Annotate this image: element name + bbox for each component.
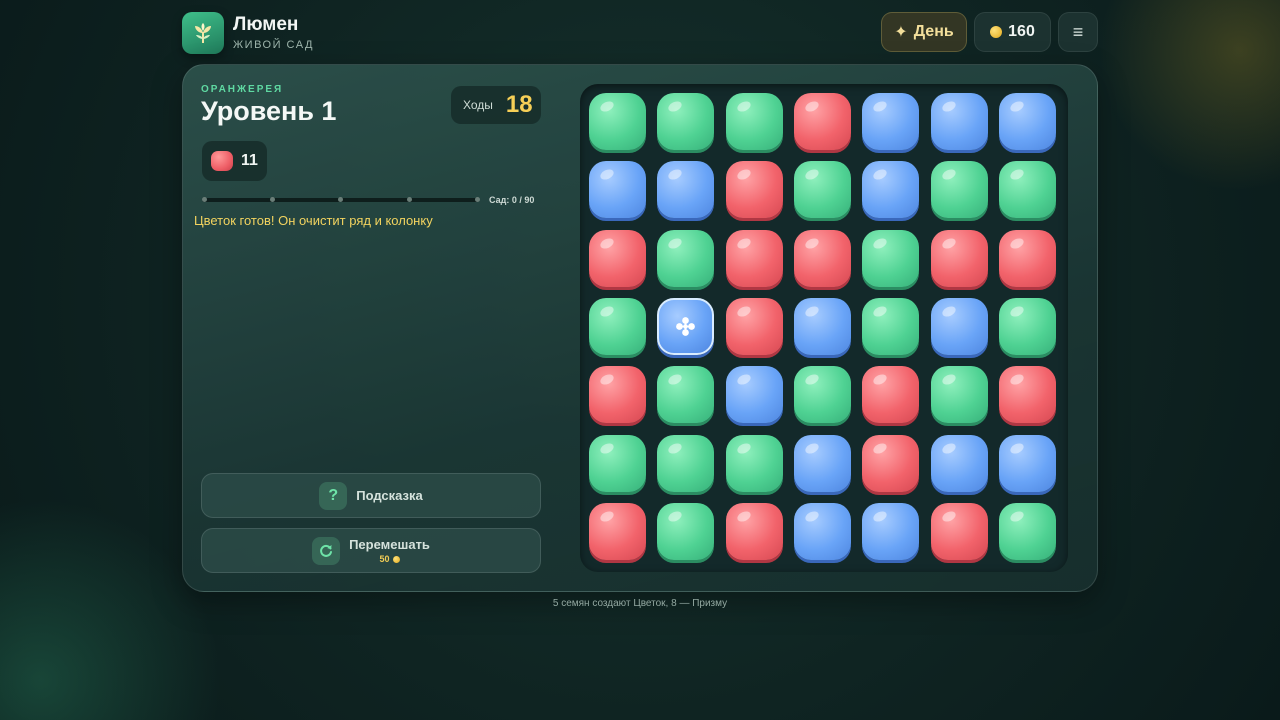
red-gem-icon: [211, 151, 233, 171]
gem-red[interactable]: [930, 502, 988, 560]
gem-red[interactable]: [998, 229, 1056, 287]
gem-red[interactable]: [725, 229, 783, 287]
app-logo: [182, 12, 224, 54]
gem-blue[interactable]: [930, 434, 988, 492]
coin-icon: [392, 555, 400, 563]
gem-green[interactable]: [862, 297, 920, 355]
gem-green[interactable]: [725, 434, 783, 492]
day-mode-label: День: [913, 23, 954, 40]
shuffle-button[interactable]: Перемешать 50: [201, 528, 541, 573]
gem-red[interactable]: [589, 229, 646, 287]
gem-red[interactable]: [862, 434, 920, 492]
gem-blue[interactable]: [862, 161, 920, 219]
flower-logo-icon: [195, 23, 211, 43]
gem-blue[interactable]: [998, 434, 1056, 492]
goal-counter: 11: [202, 141, 267, 181]
shuffle-cost-value: 50: [379, 554, 390, 564]
gem-green[interactable]: [862, 229, 920, 287]
gem-green[interactable]: [657, 434, 715, 492]
coins-counter[interactable]: 160: [974, 12, 1051, 52]
gem-red[interactable]: [930, 229, 988, 287]
gem-blue[interactable]: [657, 161, 715, 219]
area-label: ОРАНЖЕРЕЯ: [201, 84, 284, 95]
gem-blue[interactable]: [930, 297, 988, 355]
coin-icon: [990, 26, 1003, 38]
game-board: [580, 84, 1068, 572]
garden-progress-label: Сад: 0 / 90: [489, 195, 535, 205]
gem-green[interactable]: [657, 93, 715, 150]
gem-blue[interactable]: [725, 366, 783, 424]
hint-button[interactable]: ? Подсказка: [201, 473, 541, 518]
gem-blue[interactable]: [793, 434, 851, 492]
gem-green[interactable]: [657, 502, 715, 560]
hamburger-icon: ≡: [1072, 21, 1084, 42]
gem-green[interactable]: [793, 366, 851, 424]
day-mode-button[interactable]: ✦ День: [881, 12, 967, 52]
shuffle-label: Перемешать: [349, 537, 430, 552]
gem-blue[interactable]: [930, 93, 988, 150]
gem-green[interactable]: [657, 366, 715, 424]
gem-red[interactable]: [725, 502, 783, 560]
moves-counter: Ходы 18: [451, 86, 541, 124]
app-title: Люмен: [233, 14, 299, 35]
moves-value: 18: [505, 91, 533, 118]
progress-tick: [338, 197, 343, 202]
gem-green[interactable]: [998, 161, 1056, 219]
progress-tick: [202, 197, 207, 202]
progress-tick: [270, 197, 275, 202]
gem-green[interactable]: [998, 297, 1056, 355]
gem-green[interactable]: [725, 93, 783, 150]
menu-button[interactable]: ≡: [1058, 12, 1098, 52]
moves-label: Ходы: [463, 98, 493, 112]
footer-note: 5 семян создают Цветок, 8 — Призму: [552, 598, 728, 609]
status-message: Цветок готов! Он очистит ряд и колонку: [194, 213, 433, 228]
gem-green[interactable]: [657, 229, 715, 287]
gem-red[interactable]: [862, 366, 920, 424]
coins-value: 160: [1008, 23, 1035, 40]
gem-red[interactable]: [998, 366, 1056, 424]
flower-icon: [676, 316, 696, 336]
gem-green[interactable]: [589, 297, 646, 355]
gem-blue-flower[interactable]: [657, 297, 715, 355]
level-title: Уровень 1: [201, 96, 337, 126]
gem-red[interactable]: [589, 502, 646, 560]
shuffle-cost: 50: [379, 554, 400, 564]
goal-count: 11: [241, 152, 258, 169]
gem-red[interactable]: [793, 229, 851, 287]
question-icon: ?: [319, 481, 348, 510]
gem-green[interactable]: [930, 366, 988, 424]
hint-label: Подсказка: [356, 488, 423, 503]
gem-blue[interactable]: [862, 93, 920, 150]
gem-blue[interactable]: [793, 297, 851, 355]
gem-red[interactable]: [725, 161, 783, 219]
gem-red[interactable]: [589, 366, 646, 424]
progress-tick: [407, 197, 412, 202]
gem-red[interactable]: [725, 297, 783, 355]
garden-progress-bar: [202, 197, 480, 202]
gem-blue[interactable]: [862, 502, 920, 560]
progress-tick: [475, 197, 480, 202]
gem-green[interactable]: [998, 502, 1056, 560]
gem-green[interactable]: [930, 161, 988, 219]
gem-red[interactable]: [793, 93, 851, 150]
gem-blue[interactable]: [793, 502, 851, 560]
gem-blue[interactable]: [998, 93, 1056, 150]
refresh-icon: [312, 536, 341, 565]
app-subtitle: ЖИВОЙ САД: [233, 39, 314, 51]
sparkle-icon: ✦: [894, 24, 908, 41]
gem-blue[interactable]: [589, 161, 646, 219]
gem-green[interactable]: [793, 161, 851, 219]
gem-green[interactable]: [589, 93, 646, 150]
gem-green[interactable]: [589, 434, 646, 492]
